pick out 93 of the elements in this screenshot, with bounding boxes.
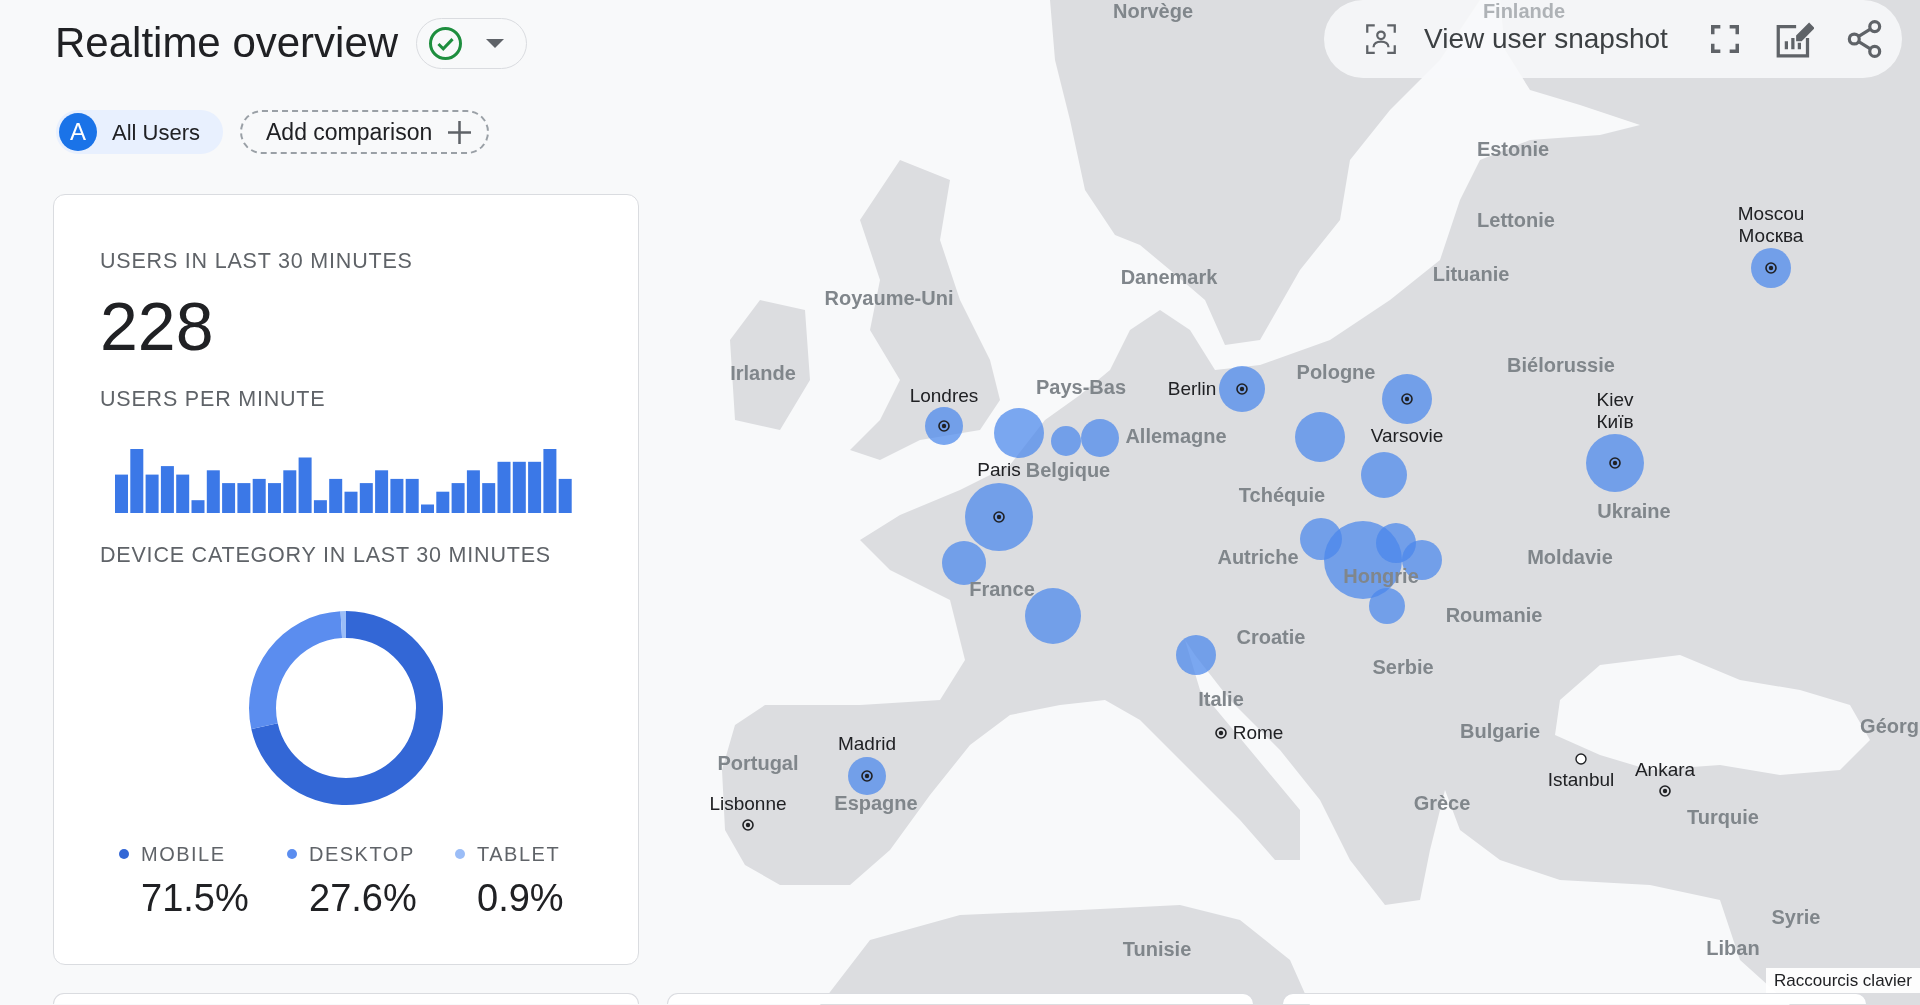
minute-bar bbox=[283, 470, 297, 513]
country-label: Finlande bbox=[1482, 0, 1566, 22]
users-bubble-icon bbox=[994, 408, 1044, 458]
country-label: Croatie bbox=[1236, 626, 1306, 648]
country-label: Moldavie bbox=[1527, 546, 1613, 568]
minute-bar bbox=[237, 483, 251, 513]
country-label: Espagne bbox=[834, 792, 918, 814]
minute-bar bbox=[115, 474, 128, 513]
segment-label: All Users bbox=[112, 118, 200, 147]
minute-bar bbox=[390, 478, 404, 513]
city-label: Berlin bbox=[1167, 378, 1217, 400]
minute-bar bbox=[421, 504, 434, 513]
city-label: Istanbul bbox=[1547, 769, 1615, 791]
country-label: Turquie bbox=[1687, 806, 1759, 828]
minute-bar bbox=[252, 478, 266, 513]
users-bubble-icon bbox=[1295, 412, 1345, 462]
users-bubble-icon bbox=[1081, 419, 1119, 457]
country-label: Pologne bbox=[1296, 361, 1376, 383]
legend-value: 0.9% bbox=[476, 876, 564, 920]
share-icon bbox=[1846, 20, 1882, 58]
country-label: Allemagne bbox=[1125, 425, 1227, 447]
legend-label: MOBILE bbox=[141, 842, 226, 867]
page-title: Realtime overview bbox=[55, 18, 399, 68]
status-dropdown[interactable] bbox=[416, 17, 528, 69]
users-bubble-icon bbox=[848, 757, 886, 795]
country-label: Autriche bbox=[1217, 546, 1299, 568]
country-label: Géorg bbox=[1860, 715, 1919, 737]
minute-bar bbox=[436, 491, 450, 513]
legend-label: DESKTOP bbox=[309, 842, 415, 867]
minute-bar bbox=[512, 461, 526, 513]
country-label: Lettonie bbox=[1477, 209, 1555, 231]
per-minute-label: USERS PER MINUTE bbox=[100, 386, 326, 412]
country-label: Tchéquie bbox=[1238, 484, 1326, 506]
minute-bar bbox=[528, 461, 542, 513]
country-label: Royaume-Uni bbox=[824, 287, 954, 309]
plus-icon bbox=[448, 120, 472, 144]
city-label: Varsovie bbox=[1370, 425, 1444, 447]
caret-icon bbox=[486, 38, 505, 48]
country-label: Tunisie bbox=[1122, 938, 1192, 960]
country-label: France bbox=[969, 578, 1035, 600]
city-label: Ankara bbox=[1634, 759, 1696, 781]
country-label: Italie bbox=[1198, 688, 1244, 710]
device-category-label: DEVICE CATEGORY IN LAST 30 MINUTES bbox=[100, 542, 551, 568]
legend-value: 27.6% bbox=[308, 876, 417, 920]
country-label: Biélorussie bbox=[1507, 354, 1615, 376]
keyboard-shortcuts-link[interactable]: Raccourcis clavier bbox=[1766, 968, 1920, 993]
fullscreen-icon bbox=[1710, 25, 1739, 53]
country-label: Portugal bbox=[717, 752, 799, 774]
country-label: Belgique bbox=[1025, 459, 1111, 481]
minute-bar bbox=[405, 478, 419, 513]
country-label: Estonie bbox=[1476, 138, 1550, 160]
country-label: Pays-Bas bbox=[1035, 376, 1127, 398]
legend-label: TABLET bbox=[477, 842, 561, 867]
city-label: Lisbonne bbox=[709, 793, 787, 815]
users-bubble-icon bbox=[1176, 635, 1216, 675]
country-label: Roumanie bbox=[1445, 604, 1543, 626]
minute-bar bbox=[268, 483, 281, 513]
country-label: Bulgarie bbox=[1460, 720, 1540, 742]
users-bubble-icon bbox=[1586, 434, 1644, 492]
users-bubble-icon bbox=[925, 407, 963, 445]
users-label: USERS IN LAST 30 MINUTES bbox=[100, 248, 413, 274]
city-label: Moscou bbox=[1737, 203, 1805, 225]
users-bubble-icon bbox=[1051, 426, 1081, 456]
legend-value: 71.5% bbox=[140, 876, 249, 920]
users-bubble-icon bbox=[1382, 374, 1432, 424]
city-label: Londres bbox=[909, 385, 979, 407]
users-count: 228 bbox=[100, 292, 214, 360]
country-label: Danemark bbox=[1120, 266, 1218, 288]
city-label: Київ bbox=[1596, 411, 1634, 433]
country-label: Syrie bbox=[1771, 906, 1821, 928]
users-bubble-icon bbox=[1219, 366, 1265, 412]
minute-bar bbox=[375, 470, 389, 513]
person-scan-icon bbox=[1366, 24, 1396, 54]
city-label: Paris bbox=[977, 459, 1021, 481]
city-label: Kiev bbox=[1596, 389, 1634, 411]
segment-avatar: A bbox=[59, 113, 97, 151]
city-label: Madrid bbox=[837, 733, 897, 755]
minute-bar bbox=[359, 483, 373, 513]
country-label: Irlande bbox=[730, 362, 796, 384]
city-label: Rome bbox=[1232, 722, 1284, 744]
segment-chip[interactable]: A All Users bbox=[56, 110, 223, 154]
add-comparison-button[interactable]: Add comparison bbox=[240, 110, 490, 154]
country-label: Lituanie bbox=[1432, 263, 1510, 285]
users-bubble-icon bbox=[1361, 452, 1407, 498]
city-label: Москва bbox=[1738, 225, 1804, 247]
minute-bar bbox=[160, 466, 174, 513]
minute-bar bbox=[222, 483, 236, 513]
country-label: Grèce bbox=[1413, 792, 1471, 814]
country-label: Norvège bbox=[1113, 0, 1193, 22]
country-label: Liban bbox=[1706, 937, 1760, 959]
users-bubble-icon bbox=[1751, 248, 1791, 288]
country-label: Serbie bbox=[1372, 656, 1434, 678]
country-label: Ukraine bbox=[1597, 500, 1671, 522]
